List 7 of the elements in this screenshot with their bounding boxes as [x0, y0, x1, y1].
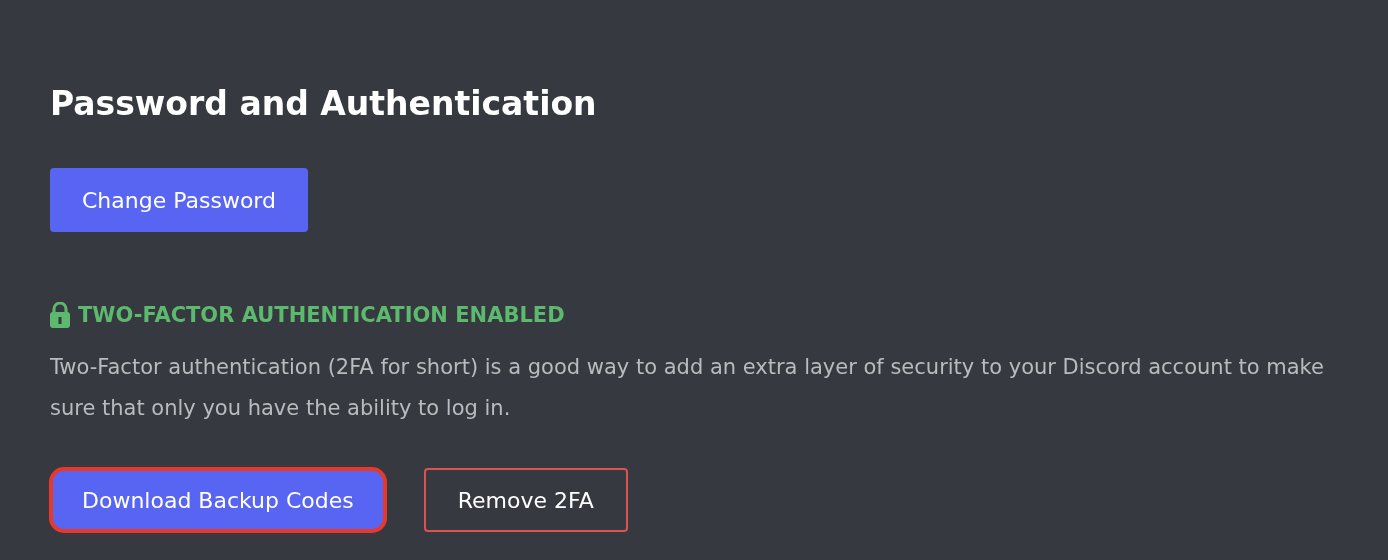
- lock-icon: [50, 302, 70, 328]
- page-title: Password and Authentication: [50, 83, 598, 125]
- download-backup-codes-button[interactable]: Download Backup Codes: [50, 468, 386, 532]
- remove-2fa-button[interactable]: Remove 2FA: [423, 468, 628, 532]
- change-password-button[interactable]: Change Password: [50, 168, 308, 232]
- two-factor-description: Two-Factor authentication (2FA for short) is a good way to add an extra layer of security to your Discord account to make sure that only you have the ability to log in.: [50, 354, 1325, 422]
- two-factor-status: TWO-FACTOR AUTHENTICATION ENABLED: [78, 303, 565, 327]
